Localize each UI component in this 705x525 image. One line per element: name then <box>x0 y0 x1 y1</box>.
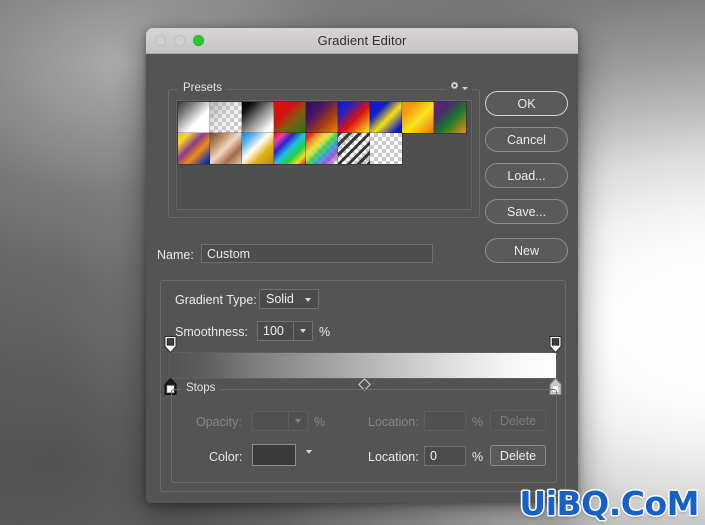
preset-swatch-fill <box>210 102 242 133</box>
color-location-input[interactable]: 0 <box>424 446 466 466</box>
color-location-label: Location: <box>368 450 419 464</box>
save-button[interactable]: Save... <box>485 199 568 224</box>
gradient-settings-group: Gradient Type: Solid Smoothness: 100 % S… <box>160 280 566 492</box>
preset-swatch-fill <box>178 133 210 164</box>
dialog-body: Presets OK Cancel Load... Save... New Na… <box>146 54 578 503</box>
load-button[interactable]: Load... <box>485 163 568 188</box>
opacity-delete-button: Delete <box>490 410 546 431</box>
site-watermark: UiBQ.CoM <box>519 484 699 523</box>
traffic-lights <box>146 35 204 46</box>
chevron-down-icon <box>295 419 301 423</box>
gradient-name-input[interactable] <box>201 244 433 263</box>
smoothness-label: Smoothness: <box>175 325 248 339</box>
minimize-window-button[interactable] <box>174 35 185 46</box>
opacity-input <box>252 411 288 431</box>
opacity-location-label: Location: <box>368 415 419 429</box>
color-delete-button[interactable]: Delete <box>490 445 546 466</box>
preset-swatch-fill <box>338 102 370 133</box>
preset-swatch-fill <box>338 133 370 164</box>
chevron-down-icon <box>300 329 306 333</box>
name-label: Name: <box>157 248 194 262</box>
preset-swatch-fill <box>434 102 466 133</box>
gradient-strip-area <box>164 336 562 395</box>
preset-swatch-foreground-to-transparent[interactable] <box>177 101 211 134</box>
preset-swatch-transparent-checker[interactable] <box>369 132 403 165</box>
preset-swatch-yellow-violet-orange-blue[interactable] <box>177 132 211 165</box>
cancel-button[interactable]: Cancel <box>485 127 568 152</box>
opacity-stop-left[interactable] <box>164 336 177 354</box>
presets-group: Presets <box>168 81 480 218</box>
preset-swatch-transparent-stripes-2[interactable] <box>337 132 371 165</box>
preset-swatch-transparent-rainbow[interactable] <box>305 132 339 165</box>
preset-grid <box>177 101 471 165</box>
window-title: Gradient Editor <box>317 33 407 48</box>
zoom-window-button[interactable] <box>193 35 204 46</box>
color-label: Color: <box>209 450 243 464</box>
preset-swatch-fill <box>242 133 274 164</box>
gear-icon <box>450 81 459 90</box>
preset-swatch-fill <box>370 102 402 133</box>
preset-swatch-blue-yellow-blue[interactable] <box>369 101 403 134</box>
close-window-button[interactable] <box>155 35 166 46</box>
opacity-dropdown-button <box>288 411 308 431</box>
gradient-type-select[interactable]: Solid <box>259 289 319 309</box>
stops-group: Stops Opacity: % Location: % Delete Colo… <box>171 382 557 483</box>
gear-caret-icon <box>462 86 468 90</box>
preset-swatch-transparent-stripes[interactable] <box>209 101 243 134</box>
preset-swatch-copper[interactable] <box>209 132 243 165</box>
opacity-label: Opacity: <box>196 415 242 429</box>
color-swatch-button[interactable] <box>252 444 296 466</box>
smoothness-percent-label: % <box>319 325 331 339</box>
preset-swatch-red-to-green[interactable] <box>273 101 307 134</box>
opacity-location-percent-label: % <box>472 415 484 429</box>
preset-swatch-blue-yellow-blue-2[interactable] <box>241 132 275 165</box>
chevron-down-icon <box>305 298 311 302</box>
color-dropdown-button[interactable] <box>302 450 312 460</box>
window-titlebar[interactable]: Gradient Editor <box>146 28 578 54</box>
preset-swatch-fill <box>178 102 210 133</box>
gradient-type-label: Gradient Type: <box>175 293 257 307</box>
smoothness-dropdown-button[interactable] <box>293 321 313 341</box>
preset-swatch-violet-green-orange[interactable] <box>433 101 467 134</box>
preset-swatch-fill <box>370 133 402 164</box>
preset-swatch-fill <box>306 133 338 164</box>
opacity-location-input <box>424 411 466 431</box>
stops-legend: Stops <box>181 382 221 394</box>
opacity-percent-label: % <box>314 415 326 429</box>
gradient-type-value: Solid <box>266 292 294 306</box>
preset-swatch-blue-red-yellow[interactable] <box>337 101 371 134</box>
preset-swatch-fill <box>242 102 274 133</box>
color-location-percent-label: % <box>472 450 484 464</box>
new-button[interactable]: New <box>485 238 568 263</box>
gradient-preview-strip[interactable] <box>169 352 557 379</box>
presets-legend: Presets <box>178 82 227 94</box>
presets-well[interactable] <box>176 100 472 210</box>
preset-swatch-spectrum[interactable] <box>273 132 307 165</box>
preset-swatch-fill <box>306 102 338 133</box>
chevron-down-icon <box>306 450 312 454</box>
presets-menu-button[interactable] <box>445 81 472 92</box>
preset-swatch-fill <box>274 102 306 133</box>
opacity-stop-right[interactable] <box>549 336 562 354</box>
preset-swatch-fill <box>402 102 434 133</box>
preset-swatch-black-to-white[interactable] <box>241 101 275 134</box>
preset-swatch-orange-yellow-orange[interactable] <box>401 101 435 134</box>
ok-button[interactable]: OK <box>485 91 568 116</box>
gradient-editor-window: Gradient Editor Presets OK Cancel Load..… <box>146 28 578 503</box>
preset-swatch-fill <box>210 133 242 164</box>
preset-swatch-violet-orange[interactable] <box>305 101 339 134</box>
smoothness-input[interactable]: 100 <box>257 321 293 341</box>
preset-swatch-fill <box>274 133 306 164</box>
